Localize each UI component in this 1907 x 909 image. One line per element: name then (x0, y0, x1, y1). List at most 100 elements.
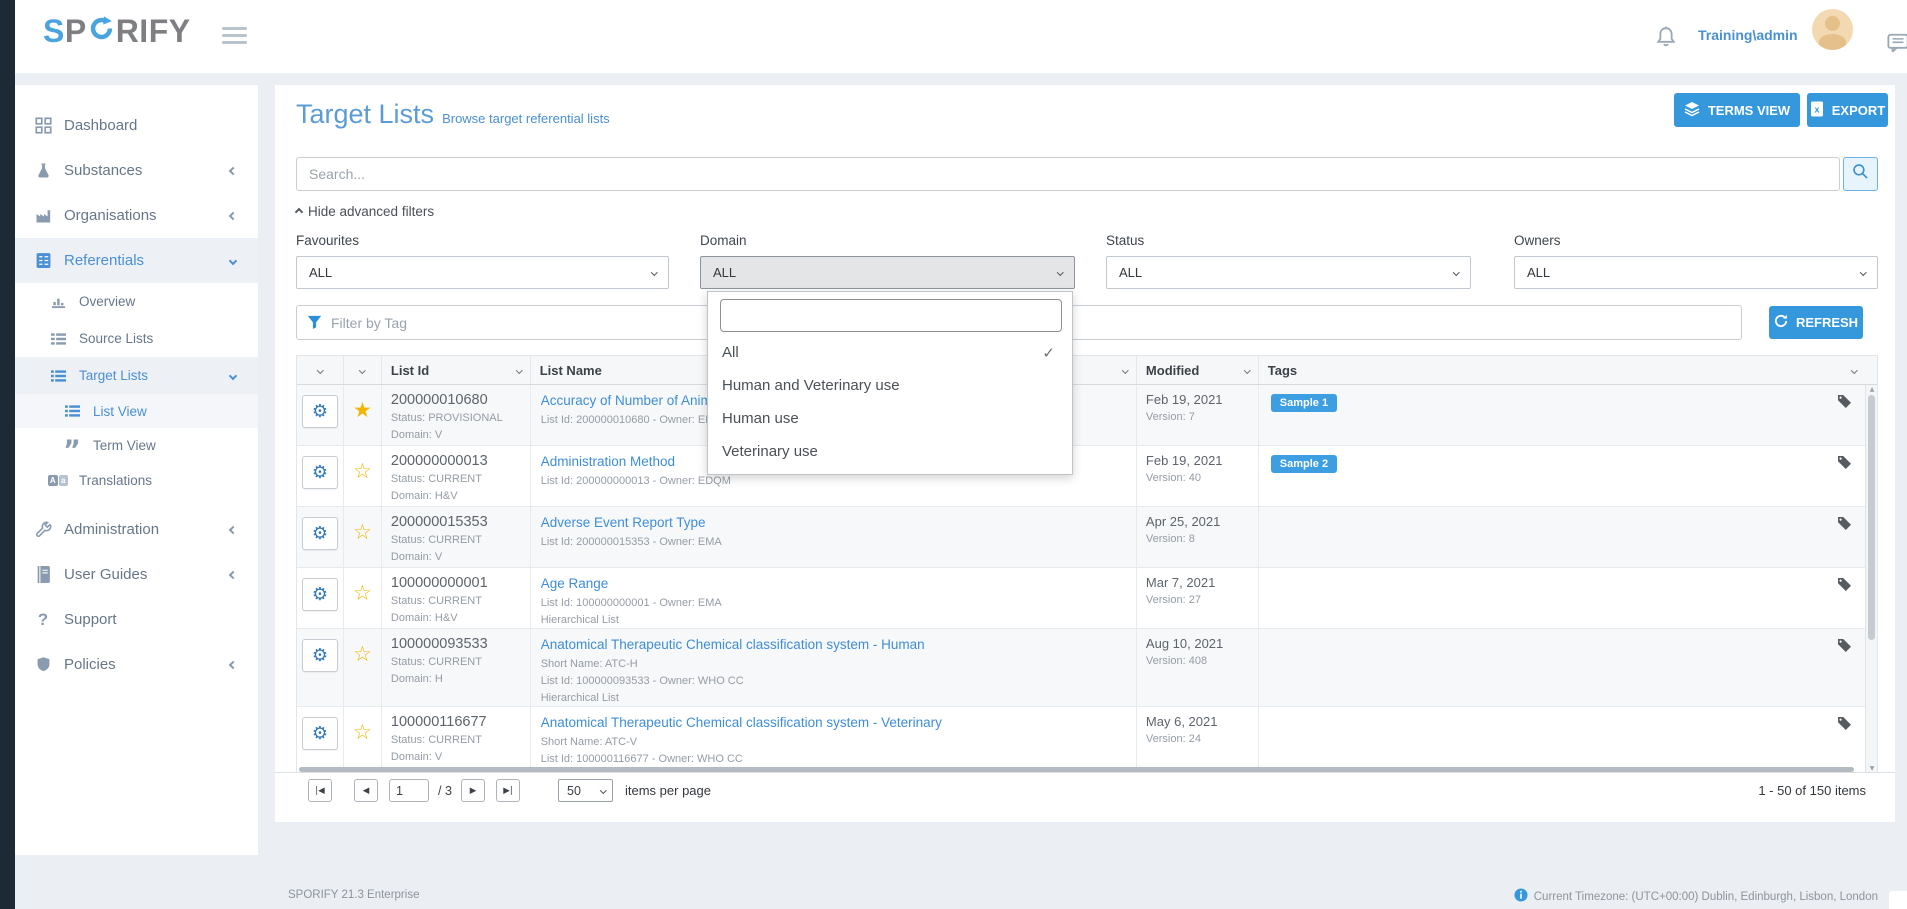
table-header-row: List Id List Name Modified Tags (297, 356, 1877, 385)
sidebar-item-referentials[interactable]: Referentials (15, 238, 258, 283)
scroll-up-arrow-icon[interactable]: ▲ (1866, 386, 1878, 393)
scroll-down-arrow-icon[interactable]: ▼ (1866, 765, 1878, 772)
favourite-star-toggle[interactable] (353, 720, 372, 744)
avatar[interactable] (1812, 9, 1853, 50)
domain-select[interactable]: ALL (700, 256, 1075, 289)
sidebar-item-label: Translations (79, 473, 152, 488)
quotes-icon: ” (62, 434, 82, 456)
column-menu[interactable] (297, 356, 344, 384)
list-name-link[interactable]: Anatomical Therapeutic Chemical classifi… (541, 715, 942, 730)
sidebar-item-substances[interactable]: Substances (15, 148, 258, 193)
list-domain: Domain: V (391, 751, 530, 764)
favourite-star-toggle[interactable] (353, 581, 372, 605)
favourite-star-toggle[interactable] (353, 398, 372, 422)
column-header-modified[interactable]: Modified (1137, 356, 1259, 384)
next-page-button[interactable]: ▶ (461, 779, 485, 802)
sidebar-item-target-lists[interactable]: Target Lists (15, 357, 258, 394)
scrollbar-thumb[interactable] (1868, 395, 1875, 640)
search-icon (1852, 163, 1869, 185)
sidebar-item-administration[interactable]: Administration (15, 507, 258, 552)
table-vertical-scrollbar[interactable]: ▲ ▼ (1865, 385, 1877, 773)
export-button[interactable]: x EXPORT (1807, 93, 1888, 127)
page-number-input[interactable] (389, 779, 429, 802)
sidebar-item-label: Support (64, 611, 117, 628)
terms-view-button[interactable]: TERMS VIEW (1674, 93, 1800, 127)
dropdown-search-input[interactable] (720, 299, 1062, 332)
row-settings-button[interactable]: ⚙ (302, 639, 338, 672)
refresh-button[interactable]: REFRESH (1769, 306, 1863, 339)
owners-select[interactable]: ALL (1514, 256, 1878, 289)
page-size-select[interactable]: 50 (558, 779, 613, 802)
list-name-link[interactable]: Accuracy of Number of Animals (541, 393, 729, 408)
domain-option-human[interactable]: Human use✓ (708, 402, 1072, 435)
favourite-star-toggle[interactable] (353, 459, 372, 483)
chat-icon[interactable] (1887, 33, 1907, 58)
sidebar-item-translations[interactable]: Aa Translations (15, 462, 258, 499)
tag-badge: Sample 2 (1271, 455, 1337, 473)
status-label: Status (1106, 233, 1144, 248)
row-settings-button[interactable]: ⚙ (302, 717, 338, 750)
first-page-button[interactable]: |◀ (308, 779, 332, 802)
domain-option-veterinary[interactable]: Veterinary use✓ (708, 435, 1072, 468)
last-page-button[interactable]: ▶| (496, 779, 520, 802)
list-name-link[interactable]: Anatomical Therapeutic Chemical classifi… (541, 637, 925, 652)
logo-sync-icon (87, 13, 116, 50)
list-id: 200000015353 (391, 514, 530, 530)
favourites-select[interactable]: ALL (296, 256, 669, 289)
row-settings-button[interactable]: ⚙ (302, 456, 338, 489)
search-input[interactable] (296, 157, 1840, 191)
domain-option-all[interactable]: All✓ (708, 336, 1072, 369)
app-logo: SPRIFY (43, 13, 191, 50)
domain-option-human-and-veterinary[interactable]: Human and Veterinary use✓ (708, 369, 1072, 402)
sidebar-item-organisations[interactable]: Organisations (15, 193, 258, 238)
status-select[interactable]: ALL (1106, 256, 1471, 289)
chevron-down-icon (651, 269, 657, 275)
list-name-link[interactable]: Administration Method (541, 454, 675, 469)
favourite-star-toggle[interactable] (353, 642, 372, 666)
sidebar-item-label: Administration (64, 521, 159, 538)
menu-toggle-icon[interactable] (222, 27, 247, 48)
list-name-link[interactable]: Age Range (541, 576, 609, 591)
sidebar-item-list-view[interactable]: List View (15, 394, 258, 428)
list-name-link[interactable]: Adverse Event Report Type (541, 515, 706, 530)
sidebar-item-user-guides[interactable]: User Guides (15, 552, 258, 597)
sidebar-item-dashboard[interactable]: Dashboard (15, 103, 258, 148)
tag-icon[interactable] (1837, 516, 1851, 535)
column-header-tags[interactable]: Tags (1259, 356, 1877, 384)
table-row: ⚙ 200000010680Status: PROVISIONALDomain:… (297, 385, 1877, 446)
info-icon (1514, 888, 1528, 905)
tag-icon[interactable] (1837, 394, 1851, 413)
list-subtext: List Id: 100000116677 - Owner: WHO CC (541, 753, 1136, 766)
excel-file-icon: x (1810, 101, 1824, 120)
column-header-list-id[interactable]: List Id (382, 356, 531, 384)
tag-icon[interactable] (1837, 716, 1851, 735)
sidebar-item-source-lists[interactable]: Source Lists (15, 320, 258, 357)
bell-icon[interactable] (1655, 25, 1677, 54)
current-user-label[interactable]: Training\admin (1698, 27, 1798, 43)
search-button[interactable] (1843, 157, 1878, 191)
sidebar-item-label: Organisations (64, 207, 157, 224)
chevron-down-icon (600, 787, 606, 793)
version-label: Version: 408 (1146, 655, 1258, 668)
tag-icon[interactable] (1837, 577, 1851, 596)
sidebar-item-overview[interactable]: Overview (15, 283, 258, 320)
column-menu[interactable] (344, 356, 382, 384)
sidebar-item-policies[interactable]: Policies (15, 642, 258, 687)
row-settings-button[interactable]: ⚙ (302, 517, 338, 550)
chat-widget-corner[interactable] (1889, 891, 1907, 909)
sidebar-item-term-view[interactable]: ” Term View (15, 428, 258, 462)
favourite-star-toggle[interactable] (353, 520, 372, 544)
row-settings-button[interactable]: ⚙ (302, 578, 338, 611)
sidebar-item-support[interactable]: ? Support (15, 597, 258, 642)
gear-icon: ⚙ (312, 464, 328, 482)
tag-icon[interactable] (1837, 455, 1851, 474)
tag-icon[interactable] (1837, 638, 1851, 657)
previous-page-button[interactable]: ◀ (354, 779, 378, 802)
list-id: 100000093533 (391, 636, 530, 652)
logo-letter-s: S (43, 13, 65, 50)
hide-advanced-filters-toggle[interactable]: Hide advanced filters (296, 204, 434, 219)
list-status: Status: CURRENT (391, 734, 530, 747)
chevron-left-icon (229, 166, 237, 174)
version-label: Version: 7 (1146, 411, 1258, 424)
row-settings-button[interactable]: ⚙ (302, 395, 338, 428)
